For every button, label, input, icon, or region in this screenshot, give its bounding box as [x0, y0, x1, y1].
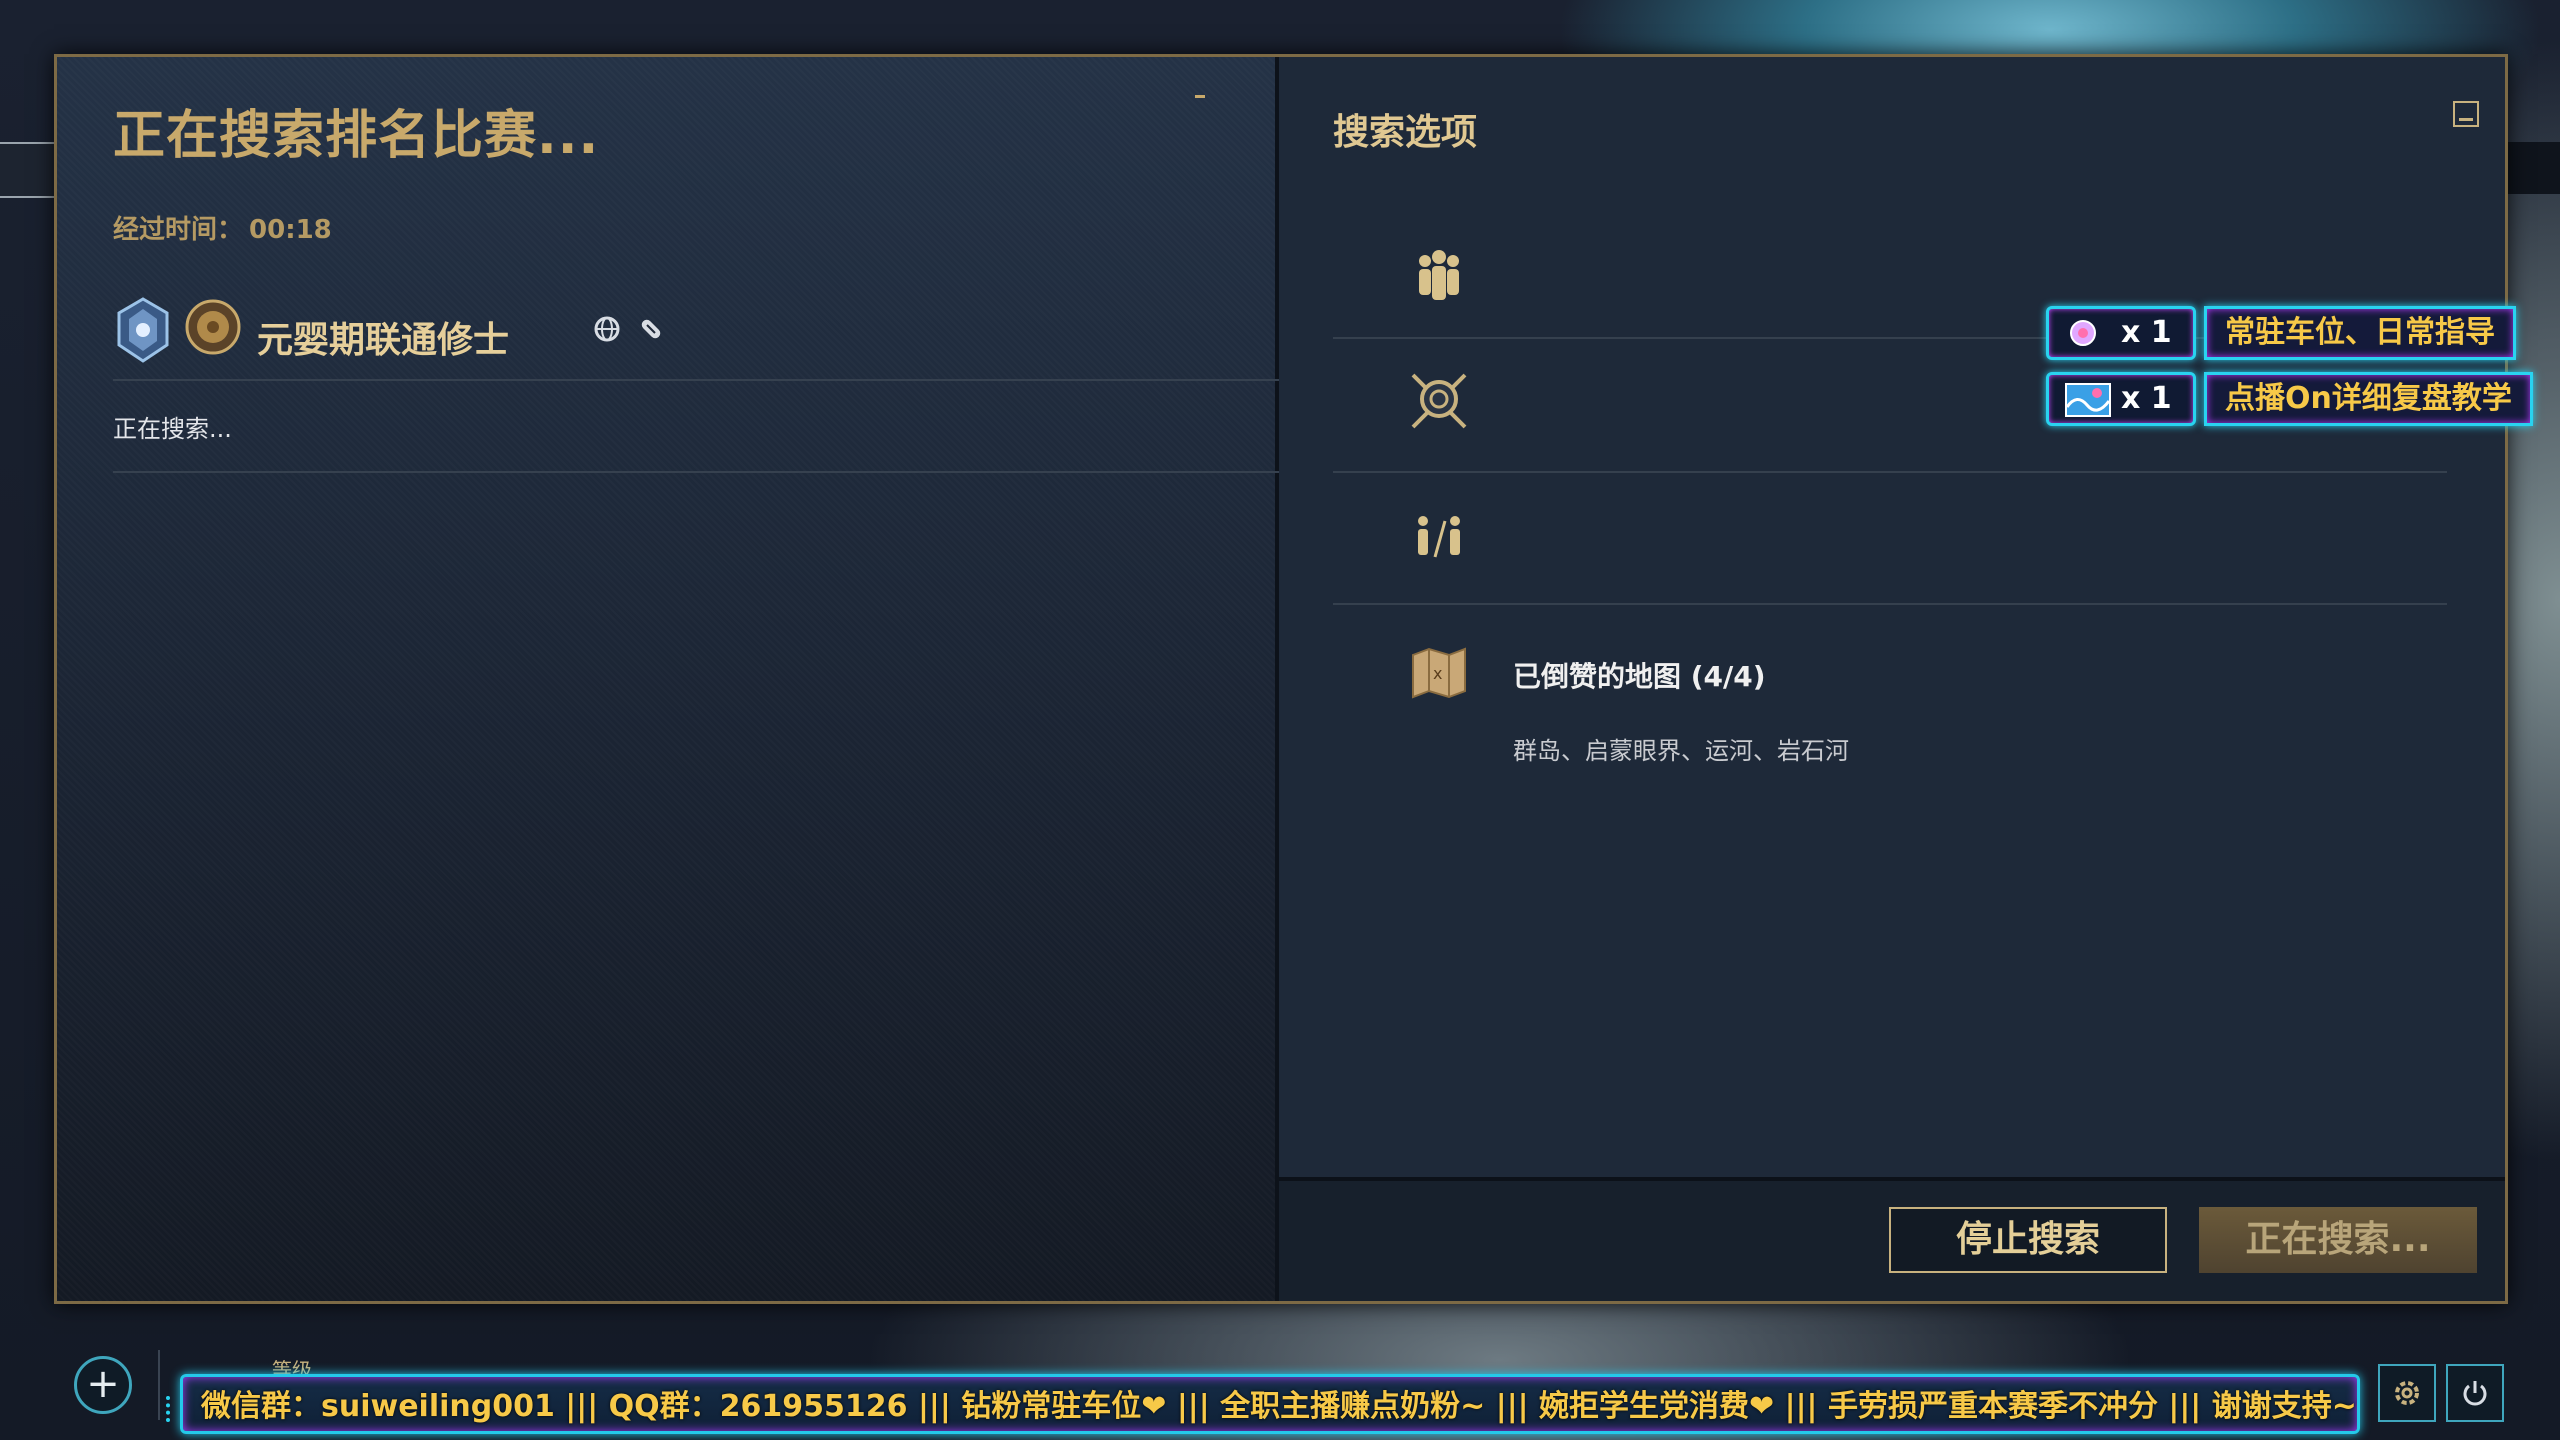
svg-text:x: x — [1433, 664, 1442, 683]
side-panel-edge — [0, 142, 56, 198]
gift-icon — [2070, 320, 2096, 346]
power-icon — [2463, 1381, 2487, 1406]
role-shield-icon — [1411, 373, 1467, 429]
side-panel-edge-right — [2504, 142, 2560, 194]
minimize-button[interactable] — [2453, 101, 2479, 127]
elapsed-label: 经过时间： — [113, 215, 244, 245]
option-row-maps: x 已倒赞的地图 (4/4) 群岛、启蒙眼界、运河、岩石河 — [1333, 605, 2447, 785]
ticker-text: 微信群：suiweiling001 ||| QQ群：261955126 ||| … — [201, 1389, 2360, 1424]
matchmaking-dialog: 正在搜索排名比赛... 经过时间： 00:18 元婴期联通修士 正在搜索... … — [54, 54, 2508, 1304]
player-row: 元婴期联通修士 — [113, 293, 1298, 381]
queue-status-pane: 正在搜索排名比赛... 经过时间： 00:18 元婴期联通修士 正在搜索... — [57, 57, 1298, 1301]
search-options-pane: 搜索选项 x 已倒赞的地图 (4/4) 群岛、启蒙眼界、运河、岩石河 — [1279, 57, 2505, 1301]
badge-count: x 1 — [2121, 381, 2172, 416]
gear-icon — [2395, 1381, 2419, 1405]
bottom-bar: + 等级 微信群：suiweiling001 ||| QQ群：261955126… — [0, 1340, 2560, 1440]
bottom-separator — [158, 1350, 160, 1420]
player-name: 元婴期联通修士 — [257, 320, 510, 361]
settings-button[interactable] — [2378, 1364, 2436, 1422]
searching-button[interactable]: 正在搜索... — [2199, 1207, 2477, 1273]
badge-frame: x 1 — [2046, 306, 2196, 360]
search-status-row: 正在搜索... — [113, 381, 1298, 473]
globe-icon — [594, 316, 620, 342]
map-icon: x — [1412, 647, 1466, 699]
badge-frame: x 1 — [2046, 372, 2196, 426]
queue-title: 正在搜索排名比赛... — [113, 106, 600, 166]
title-accent-mark — [1195, 95, 1205, 98]
players-per-team-icon — [1418, 516, 1460, 558]
badge-count: x 1 — [2121, 315, 2172, 350]
search-options-title: 搜索选项 — [1333, 112, 1478, 153]
elapsed-value: 00:18 — [249, 215, 332, 245]
elapsed-time: 经过时间： 00:18 — [113, 209, 332, 246]
disliked-maps-title: 已倒赞的地图 (4/4) — [1513, 660, 1766, 693]
badge-label: 点播On详细复盘教学 — [2204, 372, 2533, 426]
power-button[interactable] — [2446, 1364, 2504, 1422]
dialog-footer: 停止搜索 正在搜索... — [1279, 1177, 2505, 1301]
pill-icon — [641, 319, 661, 339]
wave-icon — [2065, 383, 2111, 417]
rank-emblem-icon — [117, 297, 169, 363]
stream-ticker: 微信群：suiweiling001 ||| QQ群：261955126 ||| … — [180, 1374, 2360, 1434]
badge-label: 常驻车位、日常指导 — [2204, 306, 2516, 360]
disliked-maps-list: 群岛、启蒙眼界、运河、岩石河 — [1513, 737, 1849, 765]
stop-search-button[interactable]: 停止搜索 — [1889, 1207, 2167, 1273]
ticker-dots — [166, 1396, 176, 1422]
search-status: 正在搜索... — [113, 415, 232, 443]
add-friend-button[interactable]: + — [74, 1356, 132, 1414]
option-row-team-size — [1333, 473, 2447, 605]
avatar-icon[interactable] — [185, 299, 241, 355]
party-icon — [1419, 250, 1459, 300]
